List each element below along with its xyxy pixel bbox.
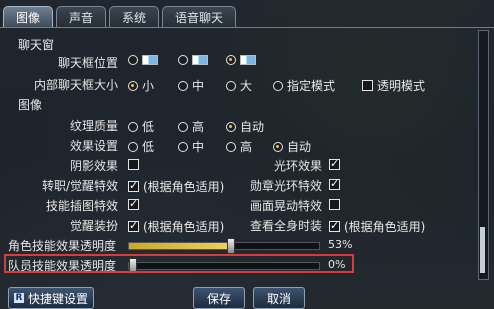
halo-effect-checkbox[interactable] bbox=[329, 157, 340, 170]
save-button[interactable]: 保存 bbox=[193, 287, 245, 309]
tab-divider bbox=[0, 27, 494, 28]
position-swatch-icon bbox=[142, 55, 158, 65]
highlight-box bbox=[4, 254, 354, 273]
tab-voice-chat[interactable]: 语音聊天 bbox=[162, 6, 237, 27]
slider-handle[interactable] bbox=[226, 238, 235, 254]
radio-icon bbox=[226, 121, 236, 132]
option-label: 低 bbox=[142, 140, 155, 154]
checkbox-icon bbox=[128, 219, 139, 232]
option-label: 高 bbox=[192, 120, 205, 134]
texture-quality-label: 纹理质量 bbox=[69, 119, 118, 133]
inner-size-medium[interactable]: 中 bbox=[178, 77, 204, 94]
chat-inner-size-label: 内部聊天框大小 bbox=[33, 78, 118, 92]
radio-icon bbox=[273, 80, 283, 91]
char-skill-opacity-label: 角色技能效果透明度 bbox=[8, 239, 117, 253]
screen-shake-checkbox[interactable] bbox=[329, 199, 340, 210]
awaken-outfit-checkbox[interactable]: (根据角色适用) bbox=[128, 218, 224, 235]
checkbox-icon bbox=[362, 80, 373, 91]
medal-halo-label: 勋章光环特效 bbox=[249, 179, 322, 193]
tab-image[interactable]: 图像 bbox=[3, 6, 54, 27]
radio-icon bbox=[226, 141, 236, 152]
cancel-button[interactable]: 取消 bbox=[253, 287, 305, 309]
scrollbar-thumb[interactable] bbox=[480, 227, 485, 273]
tab-bar: 图像 声音 系统 语音聊天 bbox=[3, 6, 237, 28]
chat-position-option-3[interactable] bbox=[226, 55, 256, 65]
awaken-effect-checkbox[interactable]: (根据角色适用) bbox=[128, 178, 224, 195]
button-label: 快捷键设置 bbox=[27, 291, 88, 306]
option-label: 自动 bbox=[240, 120, 265, 134]
skill-image-effect-checkbox[interactable] bbox=[128, 197, 139, 210]
medal-halo-checkbox[interactable] bbox=[329, 177, 340, 190]
char-skill-opacity-value: 53% bbox=[328, 238, 353, 251]
option-label: 指定模式 bbox=[287, 79, 336, 93]
radio-icon bbox=[178, 121, 188, 132]
effect-auto[interactable]: 自动 bbox=[273, 138, 311, 155]
section-title-image: 图像 bbox=[18, 98, 43, 112]
halo-effect-label: 光环效果 bbox=[273, 159, 322, 173]
radio-icon bbox=[128, 141, 138, 152]
option-note: (根据角色适用) bbox=[143, 220, 225, 234]
tab-sound[interactable]: 声音 bbox=[56, 6, 107, 27]
inner-size-small[interactable]: 小 bbox=[128, 77, 154, 94]
skill-image-effect-label: 技能插图特效 bbox=[45, 199, 118, 213]
radio-icon bbox=[226, 80, 236, 91]
section-title-chat: 聊天窗 bbox=[18, 38, 55, 52]
radio-icon bbox=[178, 55, 188, 65]
option-note: (根据角色适用) bbox=[143, 180, 225, 194]
inner-size-large[interactable]: 大 bbox=[226, 77, 252, 94]
chat-position-option-2[interactable] bbox=[178, 55, 208, 65]
transparent-mode-checkbox[interactable]: 透明模式 bbox=[362, 77, 425, 94]
radio-icon bbox=[128, 121, 138, 132]
option-label: 小 bbox=[142, 79, 155, 93]
option-label: 大 bbox=[240, 79, 253, 93]
settings-panel: 图像 声音 系统 语音聊天 聊天窗 聊天框位置 内部聊天框大小 小 中 大 指定… bbox=[0, 0, 494, 309]
full-outfit-label: 查看全身时装 bbox=[249, 219, 322, 233]
shadow-effect-label: 阴影效果 bbox=[69, 159, 118, 173]
option-label: 中 bbox=[192, 140, 205, 154]
awaken-outfit-label: 觉醒装扮 bbox=[69, 219, 118, 233]
screen-shake-label: 画面晃动特效 bbox=[249, 199, 322, 213]
radio-icon bbox=[178, 141, 188, 152]
option-label: 透明模式 bbox=[377, 79, 426, 93]
effect-setting-label: 效果设置 bbox=[69, 139, 118, 153]
radio-icon bbox=[178, 80, 188, 91]
option-note: (根据角色适用) bbox=[344, 220, 426, 234]
full-outfit-checkbox[interactable]: (根据角色适用) bbox=[329, 218, 425, 235]
char-skill-opacity-slider[interactable] bbox=[128, 238, 320, 254]
key-icon: R bbox=[13, 293, 24, 303]
position-swatch-icon bbox=[240, 55, 256, 65]
chat-position-option-1[interactable] bbox=[128, 55, 158, 65]
position-swatch-icon bbox=[192, 55, 208, 65]
effect-low[interactable]: 低 bbox=[128, 138, 154, 155]
texture-auto[interactable]: 自动 bbox=[226, 118, 264, 135]
texture-low[interactable]: 低 bbox=[128, 118, 154, 135]
inner-size-custom[interactable]: 指定模式 bbox=[273, 77, 335, 94]
chat-position-label: 聊天框位置 bbox=[57, 56, 118, 70]
option-label: 自动 bbox=[287, 140, 312, 154]
checkbox-icon bbox=[329, 219, 340, 232]
scrollbar[interactable] bbox=[478, 30, 489, 280]
effect-medium[interactable]: 中 bbox=[178, 138, 204, 155]
tab-system[interactable]: 系统 bbox=[109, 6, 160, 27]
option-label: 中 bbox=[192, 79, 205, 93]
option-label: 高 bbox=[240, 140, 253, 154]
radio-icon bbox=[128, 80, 138, 91]
slider-fill bbox=[129, 243, 230, 249]
radio-icon bbox=[226, 55, 236, 65]
radio-icon bbox=[128, 55, 138, 65]
shadow-effect-checkbox[interactable] bbox=[128, 159, 139, 170]
radio-icon bbox=[273, 141, 283, 152]
effect-high[interactable]: 高 bbox=[226, 138, 252, 155]
shortcut-settings-button[interactable]: R 快捷键设置 bbox=[8, 287, 94, 309]
awaken-effect-label: 转职/觉醒特效 bbox=[41, 179, 118, 193]
option-label: 低 bbox=[142, 120, 155, 134]
checkbox-icon bbox=[128, 179, 139, 192]
texture-high[interactable]: 高 bbox=[178, 118, 204, 135]
